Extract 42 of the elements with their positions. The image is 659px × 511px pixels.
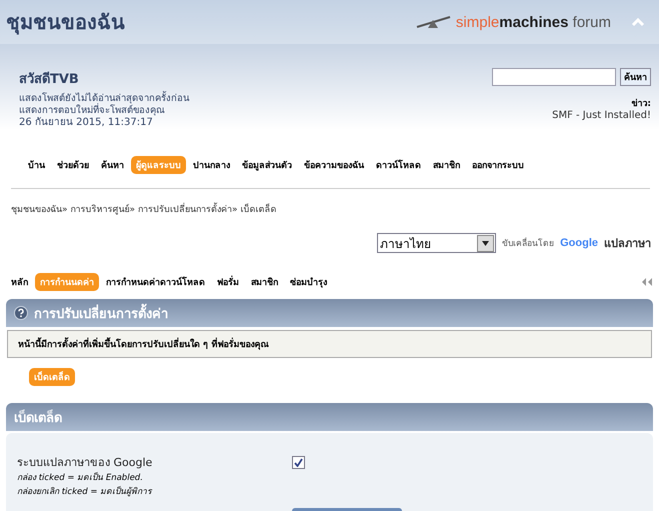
setting-note: กล่อง ticked = มดเป็น Enabled. <box>17 471 144 485</box>
google-logo: Google <box>560 237 598 249</box>
breadcrumb-link[interactable]: ชุมชนของฉัน» <box>11 202 68 216</box>
seesaw-icon <box>416 15 452 29</box>
unread-link[interactable]: แสดงการตอบใหม่ที่จะโพสต์ของคุณ <box>19 105 189 117</box>
setting-label: ระบบแปลภาษาของ Google <box>17 455 154 471</box>
current-date: 26 กันยายน 2015, 11:37:17 <box>19 117 154 129</box>
admin-tab[interactable]: หลัก <box>6 273 33 291</box>
search-field[interactable] <box>492 68 616 86</box>
language-select[interactable]: ภาษาไทย <box>377 233 496 253</box>
menu-item[interactable]: ดาวน์โหลด <box>371 156 426 174</box>
section-title: การปรับเปลี่ยนการตั้งค่า <box>34 302 168 324</box>
search-button[interactable]: ค้นหา <box>620 68 651 86</box>
powered-by-label: ขับเคลื่อนโดย <box>502 236 554 250</box>
unread-link[interactable]: แสดงโพสต์ยังไม่ได้อ่านล่าสุดจากครั้งก่อน <box>19 93 189 105</box>
checkbox[interactable] <box>292 456 305 469</box>
menu-item[interactable]: ปานกลาง <box>188 156 235 174</box>
forum-logo: simplemachines forum <box>456 14 611 30</box>
news-text: SMF - Just Installed! <box>552 110 651 121</box>
admin-tab[interactable]: ฟอรั่ม <box>212 273 244 291</box>
admin-tab[interactable]: ซ่อมบำรุง <box>285 273 332 291</box>
section-description: หน้านี้มีการตั้งค่าที่เพิ่มขึ้นโดยการปรับเปลี่ยนใด ๆ ที่ฟอรั่มของคุณ <box>7 330 652 358</box>
setting-note: กล่องยกเลิก ticked = มดเป็นผู้พิการ <box>17 485 154 499</box>
translate-link[interactable]: แปลภาษา <box>604 234 651 252</box>
breadcrumb-link[interactable]: การปรับเปลี่ยนการตั้งค่า» <box>138 202 238 216</box>
admin-tab[interactable]: สมาชิก <box>246 273 283 291</box>
news-label: ข่าว: <box>631 98 651 110</box>
panel-title: เบ็ดเตล็ด <box>14 408 62 428</box>
menu-item[interactable]: ค้นหา <box>96 156 129 174</box>
greeting: สวัสดีTVB <box>19 70 80 89</box>
menu-item[interactable]: ข้อมูลส่วนตัว <box>237 156 297 174</box>
forum-title: ชุมชนของฉัน <box>6 9 125 37</box>
menu-item[interactable]: สมาชิก <box>428 156 465 174</box>
collapse-icon[interactable] <box>641 277 653 287</box>
menu-item[interactable]: ข้อความของฉัน <box>299 156 369 174</box>
help-icon <box>14 306 28 320</box>
menu-item[interactable]: บ้าน <box>23 156 50 174</box>
menu-item[interactable]: ช่วยด้วย <box>52 156 94 174</box>
admin-tab[interactable]: การกำหนดค่าดาวน์โหลด <box>101 273 210 291</box>
collapse-icon[interactable] <box>631 17 645 27</box>
breadcrumb-link[interactable]: การบริหารศูนย์» <box>70 202 136 216</box>
menu-item[interactable]: ออกจากระบบ <box>467 156 529 174</box>
